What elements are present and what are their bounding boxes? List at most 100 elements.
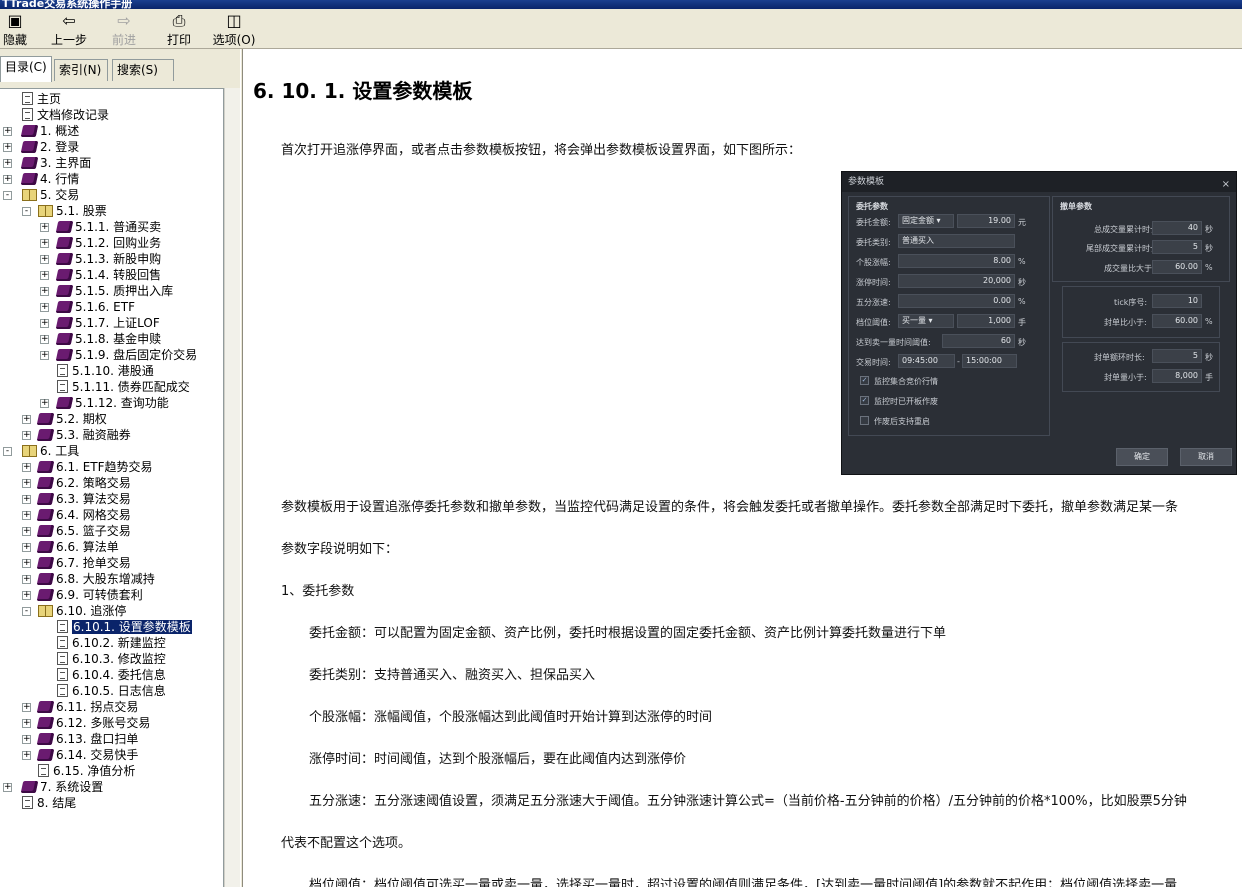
tree-item[interactable]: 6.10.4. 委托信息	[57, 667, 166, 683]
tree-item[interactable]: 5. 交易	[22, 187, 79, 203]
tree-item[interactable]: 文档修改记录	[22, 107, 109, 123]
tree-item[interactable]: 6.10.1. 设置参数模板	[57, 619, 192, 635]
tree-item[interactable]: 6.4. 网格交易	[36, 507, 131, 523]
options-button[interactable]: ◫ 选项(O)	[210, 11, 258, 48]
expand-icon[interactable]: +	[22, 511, 31, 520]
tree-item[interactable]: 6.8. 大股东增减持	[36, 571, 155, 587]
expand-icon[interactable]: +	[22, 559, 31, 568]
tree-item[interactable]: 2. 登录	[20, 139, 79, 155]
tree-item-label: 5.1.11. 债券匹配成交	[72, 380, 190, 394]
expand-icon[interactable]: +	[3, 175, 12, 184]
expand-icon[interactable]: +	[40, 303, 49, 312]
tab-contents[interactable]: 目录(C)	[0, 56, 52, 82]
level-field: 1,000	[957, 314, 1015, 328]
tree-item[interactable]: 5.1.4. 转股回售	[55, 267, 161, 283]
tree-item-label: 6.11. 拐点交易	[56, 700, 139, 714]
expand-icon[interactable]: +	[3, 783, 12, 792]
expand-icon[interactable]: +	[40, 335, 49, 344]
tree-item[interactable]: 4. 行情	[20, 171, 79, 187]
expand-icon[interactable]: +	[3, 143, 12, 152]
tree-item[interactable]: 6.1. ETF趋势交易	[36, 459, 153, 475]
tail-vol-time-label: 尾部成交量累计时长:	[1086, 244, 1161, 253]
tree-item[interactable]: 6.15. 净值分析	[38, 763, 135, 779]
expand-icon[interactable]: +	[40, 271, 49, 280]
tree-item[interactable]: 5.1.9. 盘后固定价交易	[55, 347, 197, 363]
collapse-icon[interactable]: -	[22, 607, 31, 616]
expand-icon[interactable]: +	[40, 319, 49, 328]
expand-icon[interactable]: +	[40, 399, 49, 408]
page-icon	[57, 668, 68, 681]
expand-icon[interactable]: +	[40, 351, 49, 360]
tree-item[interactable]: 5.1.10. 港股通	[57, 363, 154, 379]
forward-button[interactable]: ⇨ 前进	[108, 11, 140, 48]
expand-icon[interactable]: +	[22, 719, 31, 728]
expand-icon[interactable]: +	[3, 159, 12, 168]
print-button[interactable]: ⎙ 打印	[164, 11, 194, 48]
tree-item[interactable]: 6.3. 算法交易	[36, 491, 131, 507]
tree-item[interactable]: 5.1.2. 回购业务	[55, 235, 161, 251]
expand-icon[interactable]: +	[40, 223, 49, 232]
tree-item[interactable]: 6.7. 抢单交易	[36, 555, 131, 571]
expand-icon[interactable]: +	[22, 543, 31, 552]
tree-item[interactable]: 5.2. 期权	[36, 411, 107, 427]
hide-button[interactable]: ▣ 隐藏	[0, 11, 30, 48]
tree-item[interactable]: 6.2. 策略交易	[36, 475, 131, 491]
tree-item[interactable]: 5.1.1. 普通买卖	[55, 219, 161, 235]
tree-item[interactable]: 6.9. 可转债套利	[36, 587, 143, 603]
tree-item[interactable]: 5.1.3. 新股申购	[55, 251, 161, 267]
tab-index[interactable]: 索引(N)	[54, 59, 108, 81]
expand-icon[interactable]: +	[22, 479, 31, 488]
tree-item[interactable]: 6.6. 算法单	[36, 539, 119, 555]
tree-item[interactable]: 8. 结尾	[22, 795, 76, 811]
tree-item[interactable]: 5.1.11. 债券匹配成交	[57, 379, 190, 395]
tree-item[interactable]: 5.1. 股票	[38, 203, 107, 219]
back-button[interactable]: ⇦ 上一步	[46, 11, 92, 48]
tree-item-label: 5.1.6. ETF	[75, 300, 135, 314]
expand-icon[interactable]: +	[22, 751, 31, 760]
seal-amount-label: 封单量小于:	[1104, 373, 1147, 382]
print-label: 打印	[166, 33, 191, 47]
expand-icon[interactable]: +	[22, 415, 31, 424]
tree-item[interactable]: 6. 工具	[22, 443, 79, 459]
expand-icon[interactable]: +	[40, 239, 49, 248]
tree-item[interactable]: 主页	[22, 91, 61, 107]
tree-item[interactable]: 6.10.2. 新建监控	[57, 635, 166, 651]
expand-icon[interactable]: +	[22, 575, 31, 584]
collapse-icon[interactable]: -	[3, 447, 12, 456]
expand-icon[interactable]: +	[40, 287, 49, 296]
tree-item[interactable]: 6.13. 盘口扫单	[36, 731, 138, 747]
collapse-icon[interactable]: -	[22, 207, 31, 216]
collapse-icon[interactable]: -	[3, 191, 12, 200]
tree-item[interactable]: 5.1.12. 查询功能	[55, 395, 169, 411]
tree-item[interactable]: 5.1.6. ETF	[55, 299, 135, 315]
tree-item[interactable]: 5.1.7. 上证LOF	[55, 315, 160, 331]
tree-scrollbar[interactable]	[224, 88, 240, 887]
expand-icon[interactable]: +	[22, 703, 31, 712]
hide-label: 隐藏	[2, 33, 27, 47]
tree-item[interactable]: 5.3. 融资融券	[36, 427, 131, 443]
closed-book-icon	[20, 157, 39, 169]
expand-icon[interactable]: +	[3, 127, 12, 136]
expand-icon[interactable]: +	[22, 463, 31, 472]
tree-item[interactable]: 6.5. 篮子交易	[36, 523, 131, 539]
tree-item[interactable]: 1. 概述	[20, 123, 79, 139]
tree-item[interactable]: 6.11. 拐点交易	[36, 699, 139, 715]
tree-item[interactable]: 6.10.3. 修改监控	[57, 651, 166, 667]
rise-unit: %	[1018, 257, 1026, 266]
expand-icon[interactable]: +	[22, 591, 31, 600]
tree-item[interactable]: 7. 系统设置	[20, 779, 103, 795]
tab-search[interactable]: 搜索(S)	[112, 59, 174, 81]
expand-icon[interactable]: +	[40, 255, 49, 264]
tree-item[interactable]: 6.12. 多账号交易	[36, 715, 150, 731]
tree-item[interactable]: 5.1.8. 基金申赎	[55, 331, 161, 347]
expand-icon[interactable]: +	[22, 495, 31, 504]
tree-item[interactable]: 6.10. 追涨停	[38, 603, 126, 619]
expand-icon[interactable]: +	[22, 527, 31, 536]
expand-icon[interactable]: +	[22, 735, 31, 744]
expand-icon[interactable]: +	[22, 431, 31, 440]
tree-item[interactable]: 6.14. 交易快手	[36, 747, 138, 763]
tree-item[interactable]: 3. 主界面	[20, 155, 91, 171]
tree-item[interactable]: 5.1.5. 质押出入库	[55, 283, 173, 299]
tree-item[interactable]: 6.10.5. 日志信息	[57, 683, 166, 699]
paragraph: 代表不配置这个选项。	[281, 836, 412, 851]
